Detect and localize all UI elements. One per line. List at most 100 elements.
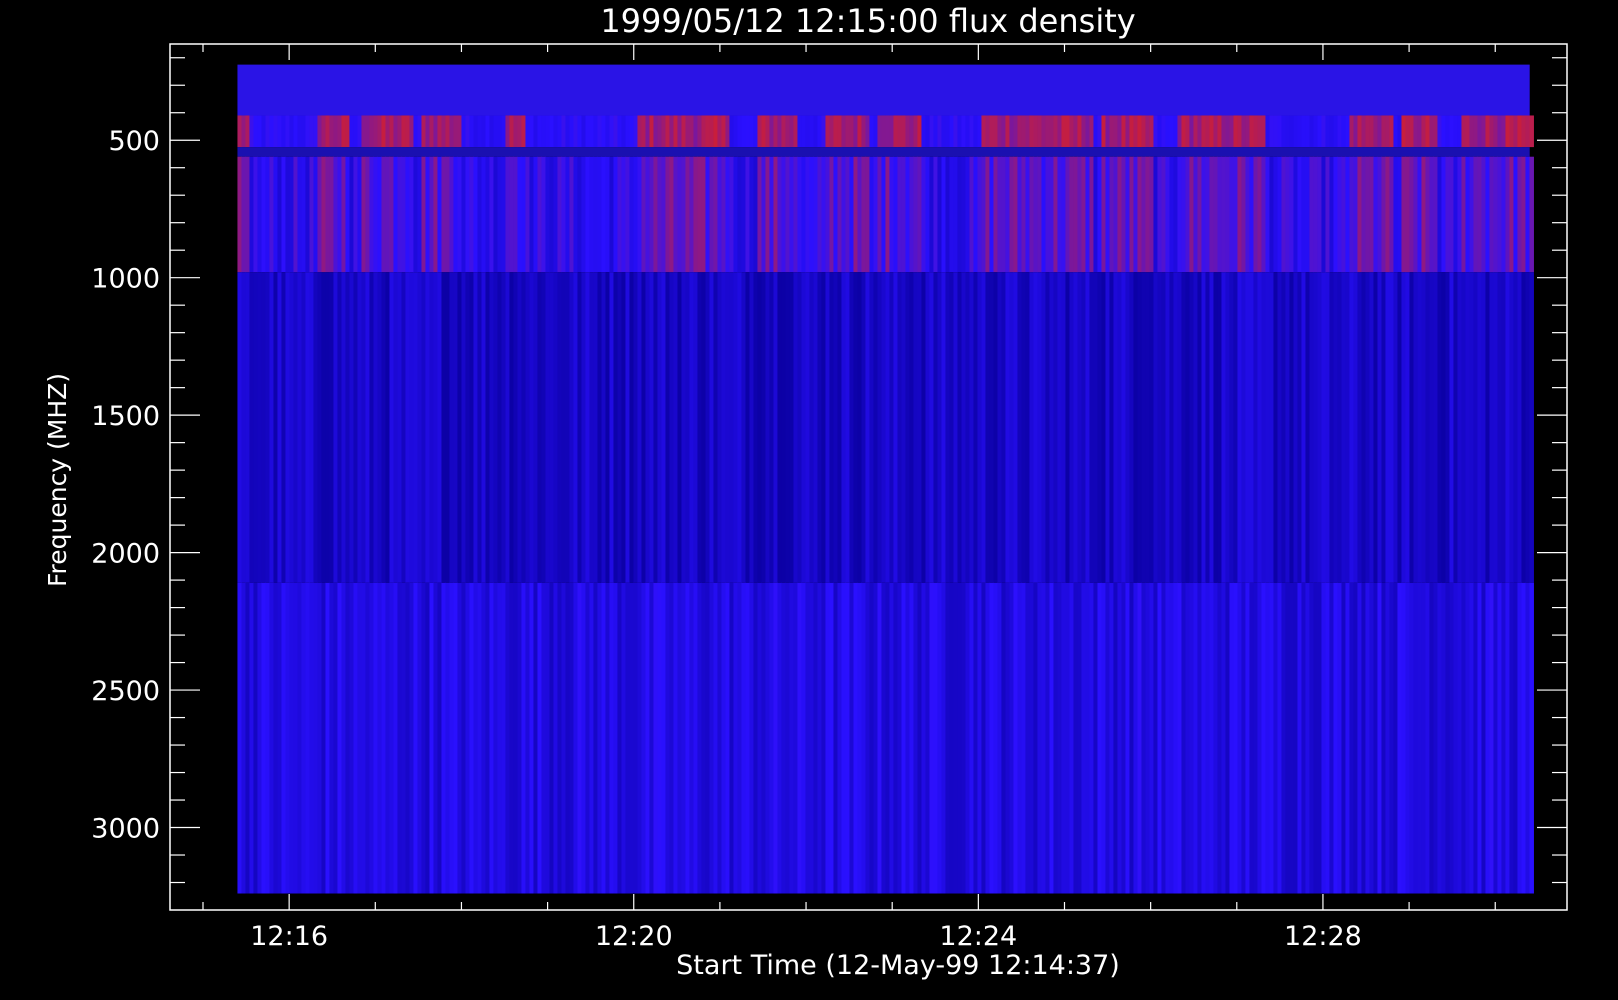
heatmap-cell [749,272,754,583]
heatmap-cell [1193,582,1198,894]
heatmap-cell [1313,156,1318,273]
heatmap-cell [1137,582,1142,894]
heatmap-cell [381,156,386,273]
heatmap-cell [1065,156,1070,273]
heatmap-cell [913,156,918,273]
heatmap-cell [577,272,582,583]
heatmap-cell [637,582,642,894]
heatmap-cell [993,156,998,273]
heatmap-cell [441,156,446,273]
heatmap-cell [461,115,466,148]
heatmap-cell [381,582,386,894]
heatmap-cell [1521,582,1526,894]
heatmap-cell [1233,115,1238,148]
heatmap-cell [861,115,866,148]
heatmap-cell [269,272,274,583]
heatmap-cell [1273,156,1278,273]
heatmap-cell [1477,272,1482,583]
heatmap-cell [309,156,314,273]
heatmap-cell [717,272,722,583]
heatmap-cell [1073,272,1078,583]
heatmap-cell [293,582,298,894]
heatmap-cell [1421,582,1426,894]
heatmap-cell [605,115,610,148]
heatmap-cell [945,156,950,273]
heatmap-cell [485,582,490,894]
heatmap-cell [821,272,826,583]
heatmap-cell [613,115,618,148]
heatmap-cell [869,582,874,894]
heatmap-cell [693,272,698,583]
heatmap-cell [1365,272,1370,583]
heatmap-cell [517,582,522,894]
heatmap-cell [597,156,602,273]
heatmap-cell [245,272,250,583]
heatmap-cell [1485,115,1490,148]
heatmap-cell [1425,115,1430,148]
heatmap-cell [1301,582,1306,894]
heatmap-cell [809,156,814,273]
heatmap-cell [541,156,546,273]
heatmap-cell [1041,272,1046,583]
heatmap-cell [861,156,866,273]
heatmap-cell [293,272,298,583]
heatmap-cell [713,582,718,894]
heatmap-cell [1277,115,1282,148]
heatmap-cell [873,272,878,583]
heatmap-cell [545,115,550,148]
heatmap-cell [1281,115,1286,148]
heatmap-cell [289,272,294,583]
heatmap-cell [669,156,674,273]
heatmap-cell [1361,115,1366,148]
heatmap-cell [477,582,482,894]
heatmap-cell [1229,582,1234,894]
heatmap-cell [1157,582,1162,894]
heatmap-cell [409,156,414,273]
heatmap-cell [1397,582,1402,894]
heatmap-cell [1289,272,1294,583]
heatmap-cell [645,272,650,583]
heatmap-cell [613,272,618,583]
heatmap-cell [933,582,938,894]
heatmap-cell [833,272,838,583]
heatmap-cell [893,272,898,583]
heatmap-cell [457,156,462,273]
heatmap-cell [1165,115,1170,148]
heatmap-cell [645,115,650,148]
heatmap-cell [1465,272,1470,583]
heatmap-cell [1097,272,1102,583]
heatmap-cell [889,115,894,148]
heatmap-cell [1041,582,1046,894]
heatmap-cell [917,272,922,583]
heatmap-cell [1089,582,1094,894]
heatmap-cell [273,582,278,894]
heatmap-cell [537,272,542,583]
heatmap-cell [605,156,610,273]
heatmap-cell [745,272,750,583]
heatmap-cell [1525,115,1530,148]
heatmap-cell [1029,582,1034,894]
heatmap-cell [1013,272,1018,583]
heatmap-cell [1457,272,1462,583]
heatmap-cell [1369,156,1374,273]
heatmap-cell [281,582,286,894]
heatmap-cell [1221,582,1226,894]
heatmap-cell [577,582,582,894]
heatmap-cell [1529,582,1534,894]
heatmap-cell [601,272,606,583]
heatmap-cell [1005,582,1010,894]
heatmap-cell [1461,582,1466,894]
heatmap-cell [985,156,990,273]
heatmap-cell [913,115,918,148]
heatmap-cell [1033,272,1038,583]
heatmap-cell [477,115,482,148]
heatmap-cell [417,156,422,273]
heatmap-cell [949,115,954,148]
heatmap-cell [909,582,914,894]
heatmap-cell [341,156,346,273]
heatmap-cell [397,582,402,894]
heatmap-cell [1489,115,1494,148]
heatmap-cell [957,272,962,583]
heatmap-cell [333,272,338,583]
heatmap-cell [1337,115,1342,148]
